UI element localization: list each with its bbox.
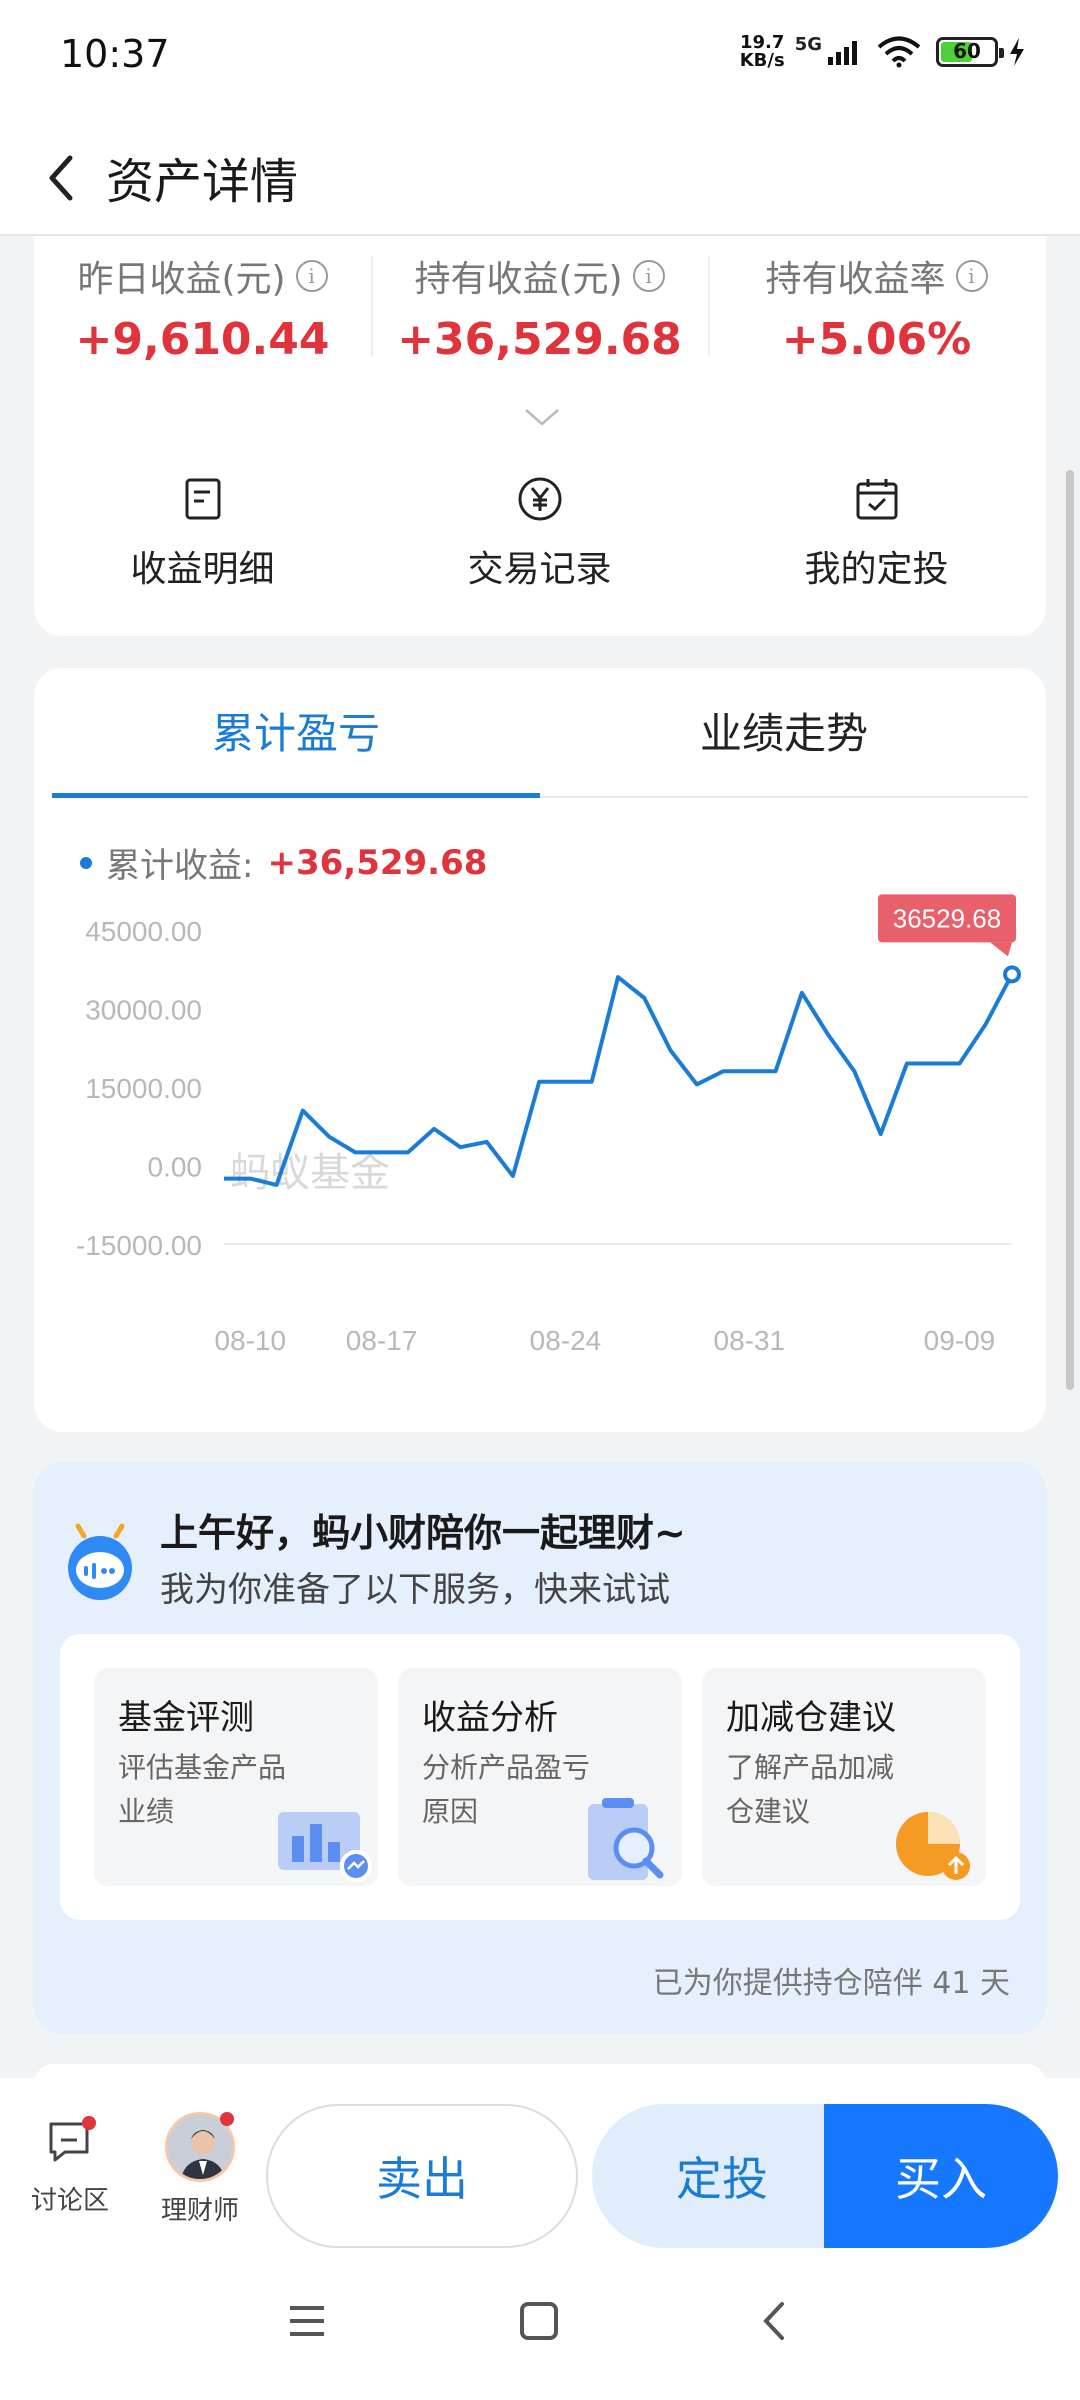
- sip-button[interactable]: 定投: [592, 2104, 852, 2248]
- wifi-icon: [877, 36, 921, 68]
- home-square-icon[interactable]: [514, 2296, 564, 2346]
- greeting-title: 上午好，蚂小财陪你一起理财~: [160, 1511, 686, 1555]
- x-tick-label: 08-24: [530, 1325, 602, 1356]
- tab-performance-trend[interactable]: 业绩走势: [540, 700, 1028, 761]
- cumulative-pnl-chart[interactable]: 45000.00 30000.00 15000.00 0.00 -15000.00 蚂蚁基…: [34, 888, 1046, 1428]
- info-icon[interactable]: i: [955, 260, 988, 292]
- status-icons: 19.7 KB/s 5G 60: [740, 34, 1026, 70]
- holding-earnings-value: +36,529.68: [397, 314, 682, 365]
- y-tick-label: 45000.00: [85, 916, 202, 947]
- battery-icon: 60: [936, 37, 1004, 67]
- status-time: 10:37: [60, 32, 170, 76]
- x-tick-label: 09-09: [924, 1325, 996, 1356]
- profit-chart-card: 累计盈亏 业绩走势 累计收益: +36,529.68 45000.00 30000…: [34, 668, 1046, 1432]
- x-tick-label: 08-17: [346, 1325, 418, 1356]
- back-arrow-icon[interactable]: [30, 136, 100, 216]
- earnings-detail-button[interactable]: 收益明细: [34, 476, 371, 592]
- document-icon: [185, 478, 220, 520]
- charging-icon: [1010, 38, 1024, 66]
- pie-upload-icon: [896, 1812, 970, 1880]
- fund-evaluation-card[interactable]: 基金评测 评估基金产品业绩: [94, 1668, 378, 1886]
- y-tick-label: -15000.00: [76, 1230, 202, 1261]
- service-list: 基金评测 评估基金产品业绩 收益分析 分析产品盈亏原因 加减仓建议 了解产品加减…: [60, 1634, 1020, 1920]
- companion-days: 已为你提供持仓陪伴 41 天: [652, 1966, 1010, 2001]
- holding-return-rate-value: +5.06%: [781, 314, 972, 365]
- greeting-subtitle: 我为你准备了以下服务，快来试试: [160, 1570, 670, 1610]
- page-title: 资产详情: [106, 154, 299, 210]
- menu-icon[interactable]: [282, 2296, 332, 2346]
- callout-value: 36529.68: [893, 903, 1001, 933]
- yesterday-earnings-value: +9,610.44: [75, 314, 330, 365]
- network-type: 5G: [794, 34, 822, 55]
- yen-circle-icon: [518, 477, 561, 521]
- yesterday-earnings: 昨日收益(元) i +9,610.44: [34, 250, 371, 365]
- notification-dot: [82, 2116, 96, 2130]
- info-icon[interactable]: i: [295, 260, 328, 292]
- info-icon[interactable]: i: [632, 260, 665, 292]
- chevron-down-icon[interactable]: [524, 406, 560, 428]
- magnifier-report-icon: [588, 1798, 664, 1880]
- status-bar: 10:37 19.7 KB/s 5G 60: [0, 0, 1080, 112]
- notification-dot: [220, 2112, 234, 2126]
- net-speed: 19.7 KB/s: [739, 32, 785, 71]
- app-header: 资产详情: [0, 112, 1080, 236]
- position-advice-card[interactable]: 加减仓建议 了解产品加减仓建议: [702, 1668, 986, 1886]
- y-tick-label: 0.00: [148, 1152, 203, 1183]
- last-point-marker: [1003, 965, 1021, 984]
- earnings-analysis-card[interactable]: 收益分析 分析产品盈亏原因: [398, 1668, 682, 1886]
- signal-icon: [828, 41, 857, 65]
- y-tick-label: 30000.00: [85, 995, 202, 1026]
- holding-return-rate: 持有收益率 i +5.06%: [708, 250, 1045, 365]
- my-sip-button[interactable]: 我的定投: [708, 476, 1045, 592]
- scrollbar[interactable]: [1066, 470, 1074, 1390]
- active-tab-indicator: [52, 793, 540, 798]
- forum-button[interactable]: 讨论区: [18, 2116, 122, 2217]
- x-tick-label: 08-31: [714, 1325, 786, 1356]
- legend-dot: [80, 856, 92, 869]
- back-triangle-icon[interactable]: [750, 2296, 800, 2346]
- watermark-text: 蚂蚁基金: [230, 1150, 390, 1196]
- buy-button[interactable]: 买入: [824, 2104, 1058, 2248]
- assistant-service-card: 上午好，蚂小财陪你一起理财~ 我为你准备了以下服务，快来试试 基金评测 评估基金…: [34, 1462, 1046, 2034]
- bar-chart-monitor-icon: [278, 1812, 372, 1882]
- y-tick-label: 15000.00: [85, 1073, 202, 1104]
- transaction-records-button[interactable]: 交易记录: [371, 476, 708, 592]
- robot-assistant-icon: [68, 1523, 132, 1600]
- chart-tabs: 累计盈亏 业绩走势: [52, 668, 1028, 798]
- asset-summary-card: 昨日收益(元) i +9,610.44 持有收益(元) i +36,529.68 持…: [34, 236, 1046, 636]
- x-tick-label: 08-10: [214, 1325, 286, 1356]
- chart-legend: 累计收益: +36,529.68: [80, 838, 487, 887]
- bottom-action-bar: 讨论区 理财师 卖出 定投 买入: [0, 2078, 1080, 2248]
- tab-cumulative-pnl[interactable]: 累计盈亏: [52, 700, 540, 761]
- calendar-check-icon: [856, 479, 897, 520]
- advisor-button[interactable]: 理财师: [148, 2112, 252, 2227]
- legend-value: +36,529.68: [267, 842, 488, 883]
- sell-button[interactable]: 卖出: [266, 2104, 578, 2248]
- callout-pointer: [990, 942, 1012, 957]
- holding-earnings: 持有收益(元) i +36,529.68: [371, 250, 708, 365]
- system-nav-bar: [0, 2248, 1080, 2400]
